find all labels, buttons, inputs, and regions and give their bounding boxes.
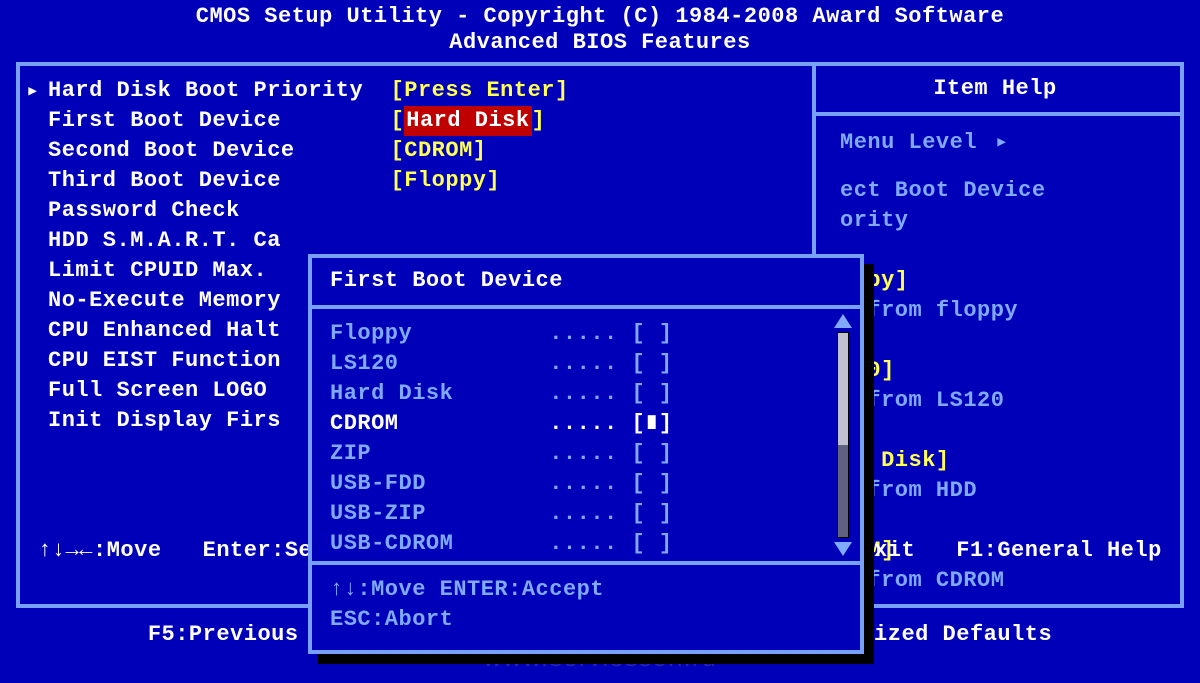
bios-header: CMOS Setup Utility - Copyright (C) 1984-… <box>0 0 1200 62</box>
hint-accept: ENTER:Accept <box>440 577 604 602</box>
popup-option[interactable]: USB-ZIP ..... [ ] <box>330 499 842 529</box>
setting-row[interactable]: First Boot Device [Hard Disk] <box>48 106 569 136</box>
popup-option[interactable]: LS120 ..... [ ] <box>330 349 842 379</box>
setting-row[interactable]: Password Check <box>48 196 569 226</box>
scroll-track[interactable] <box>837 332 849 538</box>
scroll-up-icon[interactable] <box>834 314 852 328</box>
setting-value: Floppy <box>404 168 486 193</box>
hint-abort: ESC:Abort <box>330 605 842 635</box>
popup-option[interactable]: ZIP ..... [ ] <box>330 439 842 469</box>
help-fragment: oppy] <box>840 266 1170 296</box>
header-line1: CMOS Setup Utility - Copyright (C) 1984-… <box>0 4 1200 30</box>
help-fragment: ect Boot Device <box>840 176 1170 206</box>
popup-footer: ↑↓:Move ENTER:Accept ESC:Abort <box>312 567 860 643</box>
popup-option-list: Floppy ..... [ ]LS120 ..... [ ]Hard Disk… <box>312 311 860 559</box>
hint-move: ↑↓:Move <box>330 577 426 602</box>
popup-scrollbar[interactable] <box>834 314 852 560</box>
setting-value: Hard Disk <box>404 106 531 136</box>
setting-value: Press Enter <box>404 78 555 103</box>
popup-option[interactable]: Floppy ..... [ ] <box>330 319 842 349</box>
setting-row[interactable]: Second Boot Device [CDROM] <box>48 136 569 166</box>
help-fragment: ority <box>840 206 1170 236</box>
setting-row[interactable]: Third Boot Device [Floppy] <box>48 166 569 196</box>
setting-value: CDROM <box>404 138 473 163</box>
setting-row[interactable]: Hard Disk Boot Priority [Press Enter] <box>48 76 569 106</box>
help-title: Item Help <box>820 76 1170 101</box>
popup-option[interactable]: CDROM ..... [∎] <box>330 409 842 439</box>
help-fragment: t from LS120 <box>840 386 1170 416</box>
setting-label: Third Boot Device <box>48 168 391 193</box>
popup-option[interactable]: USB-FDD ..... [ ] <box>330 469 842 499</box>
setting-label: First Boot Device <box>48 108 391 133</box>
help-divider <box>816 112 1180 116</box>
setting-label: HDD S.M.A.R.T. Ca <box>48 228 391 253</box>
chevron-right-icon: ▸ <box>995 130 1009 155</box>
setting-label: Password Check <box>48 198 391 223</box>
popup-divider-bottom <box>312 561 860 565</box>
setting-label: Hard Disk Boot Priority <box>48 78 391 103</box>
popup-option[interactable]: USB-CDROM ..... [ ] <box>330 529 842 559</box>
popup-title: First Boot Device <box>312 258 860 303</box>
help-fragment <box>840 236 1170 266</box>
help-fragment: 120] <box>840 356 1170 386</box>
header-line2: Advanced BIOS Features <box>0 30 1200 56</box>
help-fragment: rd Disk] <box>840 446 1170 476</box>
popup-divider-top <box>312 305 860 309</box>
menu-level-row: Menu Level▸ <box>840 128 1170 158</box>
first-boot-device-popup: First Boot Device Floppy ..... [ ]LS120 … <box>308 254 864 654</box>
setting-row[interactable]: HDD S.M.A.R.T. Ca <box>48 226 569 256</box>
help-fragment <box>840 326 1170 356</box>
help-fragment <box>840 416 1170 446</box>
setting-label: Second Boot Device <box>48 138 391 163</box>
popup-option[interactable]: Hard Disk ..... [ ] <box>330 379 842 409</box>
help-fragment: t from floppy <box>840 296 1170 326</box>
selection-arrow-icon: ▸ <box>26 78 40 104</box>
scroll-down-icon[interactable] <box>834 542 852 556</box>
